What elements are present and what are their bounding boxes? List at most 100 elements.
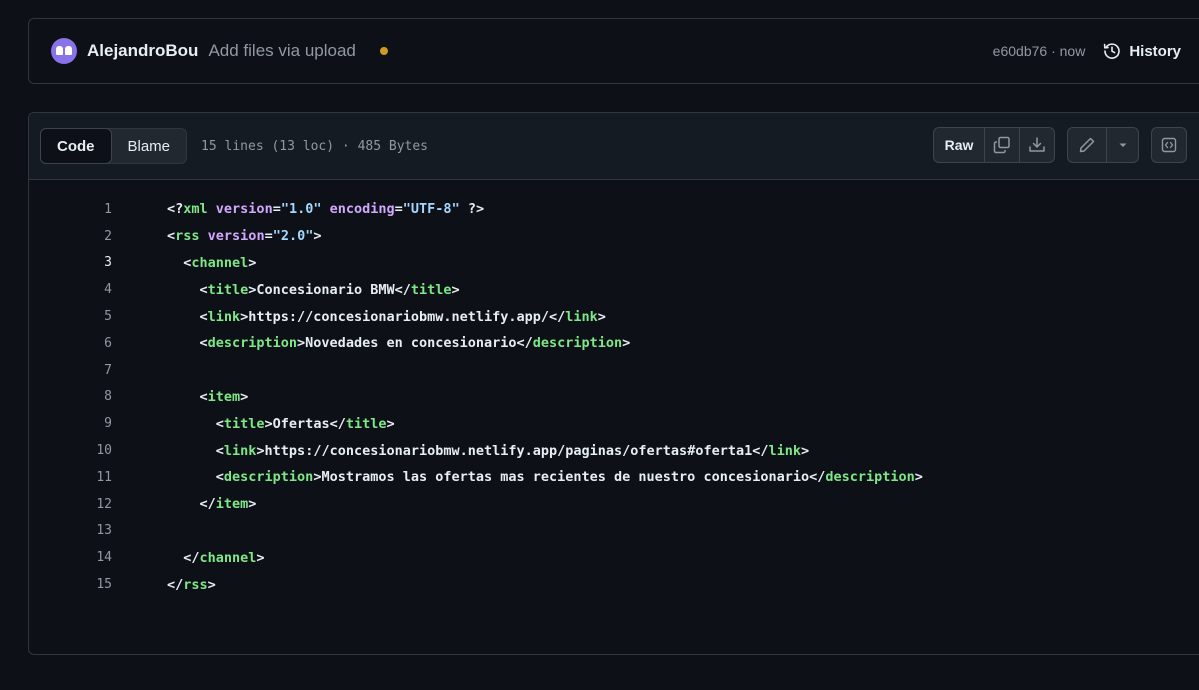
code-token: <? (167, 201, 184, 218)
raw-button[interactable]: Raw (934, 128, 984, 162)
file-viewer: Code Blame 15 lines (13 loc) · 485 Bytes… (28, 112, 1199, 655)
code-text: <description>Mostramos las ofertas mas r… (167, 469, 923, 485)
code-token: < (167, 228, 176, 245)
code-token: > (800, 442, 810, 459)
commit-author-link[interactable]: AlejandroBou (87, 41, 198, 61)
line-number[interactable]: 9 (29, 416, 112, 431)
edit-group (1067, 127, 1139, 163)
line-number[interactable]: 5 (29, 309, 112, 324)
code-line: 10 <link>https://concesionariobmw.netlif… (29, 437, 1199, 464)
edit-file-button[interactable] (1068, 128, 1106, 162)
code-line: 9 <title>Ofertas</title> (29, 410, 1199, 437)
code-token: < (167, 335, 208, 352)
line-number[interactable]: 2 (29, 229, 112, 244)
code-token: > (256, 549, 265, 566)
code-token: title (410, 281, 452, 298)
code-line: 5 <link>https://concesionariobmw.netlify… (29, 303, 1199, 330)
code-token: < (167, 308, 208, 325)
code-token: description (207, 335, 298, 352)
code-token: >Mostramos las ofertas mas recientes de … (313, 469, 826, 486)
code-text: </item> (167, 496, 257, 513)
code-token: </ (167, 496, 216, 513)
code-line: 4 <title>Concesionario BMW</title> (29, 276, 1199, 303)
line-number[interactable]: 12 (29, 497, 112, 512)
code-text: <title>Ofertas</title> (167, 416, 395, 432)
tab-code[interactable]: Code (40, 128, 112, 164)
code-token: >Concesionario BMW</ (248, 281, 411, 298)
download-raw-button[interactable] (1019, 128, 1054, 162)
code-text: <rss version="2.0"> (167, 228, 322, 244)
code-text: </channel> (167, 549, 265, 566)
latest-commit-bar: AlejandroBou Add files via upload e60db7… (28, 18, 1199, 84)
code-token: "UTF-8" (402, 201, 460, 218)
view-switcher: Code Blame (40, 128, 188, 164)
code-line: 14 </channel> (29, 544, 1199, 571)
edit-dropdown-button[interactable] (1106, 128, 1138, 162)
tab-blame[interactable]: Blame (112, 129, 187, 163)
commit-message-link[interactable]: Add files via upload (208, 41, 355, 61)
commit-sha-time[interactable]: e60db76 · now (993, 43, 1086, 59)
code-token: ?> (459, 201, 485, 218)
code-line: 7 (29, 357, 1199, 384)
code-line: 3 <channel> (29, 250, 1199, 277)
line-number[interactable]: 13 (29, 523, 112, 538)
code-token: > (248, 254, 257, 271)
history-icon (1104, 43, 1121, 59)
code-token: item (215, 496, 249, 513)
code-token: link (565, 308, 598, 325)
author-avatar[interactable] (51, 38, 77, 64)
line-number[interactable]: 10 (29, 443, 112, 458)
code-token: < (167, 415, 224, 432)
line-number[interactable]: 14 (29, 550, 112, 565)
line-number[interactable]: 7 (29, 363, 112, 378)
avatar-shape-right (65, 46, 72, 55)
line-number[interactable]: 3 (29, 255, 112, 270)
code-token: < (167, 281, 208, 298)
code-view[interactable]: 1 <?xml version="1.0" encoding="UTF-8" ?>… (29, 180, 1199, 598)
code-token: < (167, 388, 208, 405)
code-text: <?xml version="1.0" encoding="UTF-8" ?> (167, 201, 484, 217)
copy-raw-button[interactable] (984, 128, 1019, 162)
raw-copy-download-group: Raw (933, 127, 1055, 163)
code-text: <channel> (167, 255, 256, 271)
copy-icon (993, 136, 1010, 154)
code-token: description (223, 469, 314, 486)
code-token: = (272, 201, 281, 218)
commit-status-dot[interactable] (379, 47, 388, 55)
line-number[interactable]: 8 (29, 389, 112, 404)
code-token: >Novedades en concesionario</ (297, 335, 533, 352)
caret-down-icon (1119, 143, 1126, 147)
line-number[interactable]: 15 (29, 577, 112, 592)
code-token: >https://concesionariobmw.netlify.app/</ (240, 308, 566, 325)
line-number[interactable]: 1 (29, 202, 112, 217)
code-token: > (451, 281, 460, 298)
line-number[interactable]: 11 (29, 470, 112, 485)
code-token: title (207, 281, 249, 298)
code-line: 8 <item> (29, 384, 1199, 411)
code-token: link (207, 308, 241, 325)
code-token: > (207, 576, 216, 593)
code-token: rss (183, 576, 208, 593)
code-token: link (223, 442, 257, 459)
code-token: = (394, 201, 403, 218)
code-token: > (597, 308, 606, 325)
line-number[interactable]: 4 (29, 282, 112, 297)
code-token: < (167, 469, 224, 486)
code-token: version (215, 201, 273, 218)
code-token: rss (175, 228, 200, 245)
file-header: Code Blame 15 lines (13 loc) · 485 Bytes… (29, 113, 1199, 180)
code-token: description (532, 335, 623, 352)
code-token: link (768, 442, 801, 459)
code-token: > (386, 415, 395, 432)
file-info: 15 lines (13 loc) · 485 Bytes (201, 138, 429, 154)
code-token: "1.0" (280, 201, 322, 218)
code-token: channel (199, 549, 257, 566)
symbols-panel-button[interactable] (1151, 127, 1187, 163)
history-button[interactable]: History (1103, 42, 1181, 60)
code-token: > (248, 496, 257, 513)
line-number[interactable]: 6 (29, 336, 112, 351)
code-text: <item> (167, 388, 249, 405)
